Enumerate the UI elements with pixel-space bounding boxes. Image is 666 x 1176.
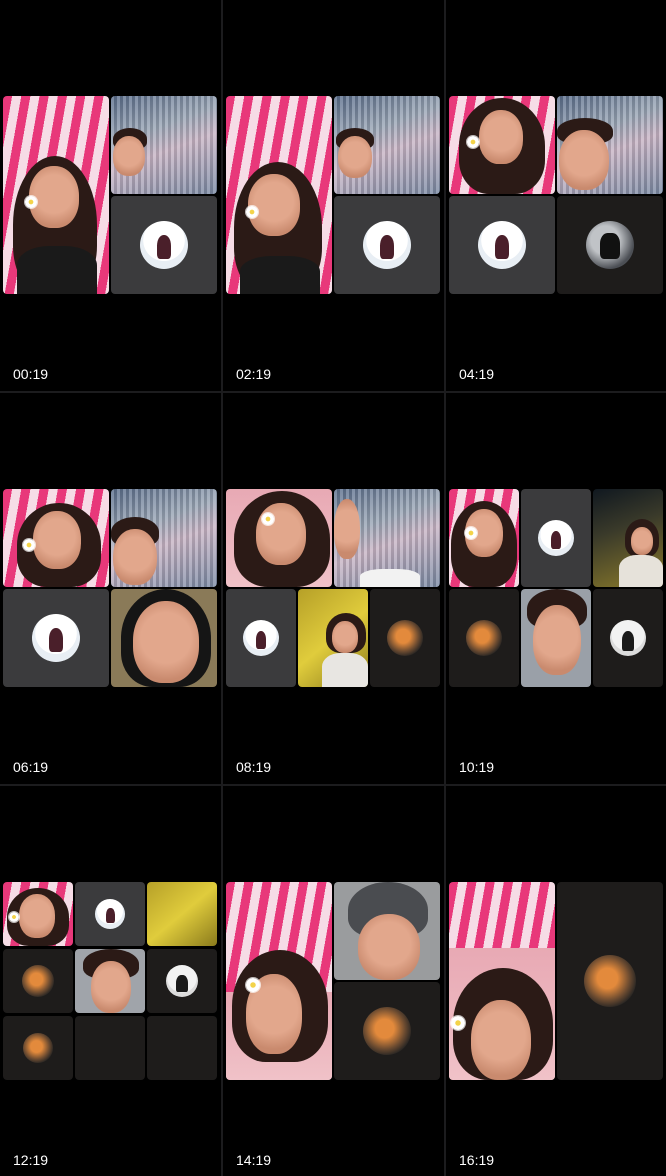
avatar: [363, 221, 411, 269]
participant-camera-off-tile[interactable]: [557, 196, 663, 294]
flower-filter-icon: [465, 527, 477, 539]
avatar: [586, 221, 634, 269]
flower-filter-icon: [467, 136, 479, 148]
call-participant-grid: [449, 96, 663, 296]
participant-video-tile[interactable]: [111, 96, 217, 194]
participant-video-tile[interactable]: [226, 96, 332, 294]
participant-camera-off-tile[interactable]: [449, 196, 555, 294]
video-call-frame-6[interactable]: 10:19: [446, 393, 666, 783]
participant-video-tile[interactable]: [334, 96, 440, 194]
participant-camera-off-tile[interactable]: [370, 589, 440, 687]
participant-video-tile[interactable]: [334, 882, 440, 980]
video-call-frame-5[interactable]: 08:19: [223, 393, 443, 783]
video-call-frame-9[interactable]: 16:19: [446, 786, 666, 1176]
flower-filter-icon: [451, 1016, 465, 1030]
call-timestamp: 00:19: [13, 366, 49, 382]
call-timestamp: 02:19: [236, 366, 272, 382]
call-participant-grid: [3, 489, 217, 689]
participant-video-tile[interactable]: [147, 882, 217, 946]
video-call-frame-3[interactable]: 04:19: [446, 0, 666, 390]
avatar: [23, 1033, 53, 1063]
participant-video-tile[interactable]: [449, 882, 555, 1080]
avatar: [363, 1007, 411, 1055]
participant-camera-off-tile[interactable]: [334, 982, 440, 1080]
participant-camera-off-tile[interactable]: [75, 882, 145, 946]
avatar: [140, 221, 188, 269]
participant-camera-off-tile[interactable]: [3, 949, 73, 1013]
avatar: [610, 620, 646, 656]
avatar: [166, 965, 198, 997]
participant-video-tile[interactable]: [298, 589, 368, 687]
participant-video-tile[interactable]: [3, 489, 109, 587]
call-timestamp: 08:19: [236, 759, 272, 775]
participant-video-tile[interactable]: [3, 96, 109, 294]
empty-participant-slot: [75, 1016, 145, 1080]
participant-camera-off-tile[interactable]: [593, 589, 663, 687]
avatar: [478, 221, 526, 269]
avatar: [22, 965, 54, 997]
participant-video-tile[interactable]: [557, 96, 663, 194]
participant-camera-off-tile[interactable]: [521, 489, 591, 587]
participant-camera-off-tile[interactable]: [226, 589, 296, 687]
participant-video-tile[interactable]: [226, 489, 332, 587]
flower-filter-icon: [246, 978, 260, 992]
avatar: [466, 620, 502, 656]
call-participant-grid: [3, 96, 217, 296]
flower-filter-icon: [9, 912, 19, 922]
call-timestamp: 16:19: [459, 1152, 495, 1168]
empty-participant-slot: [147, 1016, 217, 1080]
call-timestamp: 14:19: [236, 1152, 272, 1168]
flower-filter-icon: [262, 513, 274, 525]
flower-filter-icon: [25, 196, 37, 208]
call-timestamp: 12:19: [13, 1152, 49, 1168]
participant-camera-off-tile[interactable]: [111, 196, 217, 294]
participant-camera-off-tile[interactable]: [147, 949, 217, 1013]
participant-camera-off-tile[interactable]: [449, 589, 519, 687]
call-participant-grid: [449, 489, 663, 689]
participant-video-tile[interactable]: [111, 489, 217, 587]
call-timestamp: 06:19: [13, 759, 49, 775]
video-call-frame-1[interactable]: 00:19: [0, 0, 220, 390]
video-call-frame-8[interactable]: 14:19: [223, 786, 443, 1176]
call-participant-grid: [449, 882, 663, 1082]
call-participant-grid: [226, 96, 440, 296]
avatar: [95, 899, 125, 929]
participant-camera-off-tile[interactable]: [334, 196, 440, 294]
avatar: [584, 955, 636, 1007]
flower-filter-icon: [23, 539, 35, 551]
participant-video-tile[interactable]: [593, 489, 663, 587]
participant-video-tile[interactable]: [3, 882, 73, 946]
participant-video-tile[interactable]: [449, 96, 555, 194]
avatar: [538, 520, 574, 556]
call-participant-grid: [226, 882, 440, 1082]
participant-video-tile[interactable]: [75, 949, 145, 1013]
video-call-frame-4[interactable]: 06:19: [0, 393, 220, 783]
call-participant-grid: [226, 489, 440, 689]
participant-camera-off-tile[interactable]: [3, 1016, 73, 1080]
participant-camera-off-tile[interactable]: [557, 882, 663, 1080]
participant-video-tile[interactable]: [521, 589, 591, 687]
call-participant-grid: [3, 882, 217, 1082]
video-call-frame-7[interactable]: 12:19: [0, 786, 220, 1176]
video-call-frame-2[interactable]: 02:19: [223, 0, 443, 390]
participant-video-tile[interactable]: [449, 489, 519, 587]
participant-camera-off-tile[interactable]: [3, 589, 109, 687]
avatar: [243, 620, 279, 656]
participant-video-tile[interactable]: [226, 882, 332, 1080]
avatar: [32, 614, 80, 662]
flower-filter-icon: [246, 206, 258, 218]
call-timestamp: 04:19: [459, 366, 495, 382]
participant-video-tile[interactable]: [111, 589, 217, 687]
call-timestamp: 10:19: [459, 759, 495, 775]
participant-video-tile[interactable]: [334, 489, 440, 587]
avatar: [387, 620, 423, 656]
